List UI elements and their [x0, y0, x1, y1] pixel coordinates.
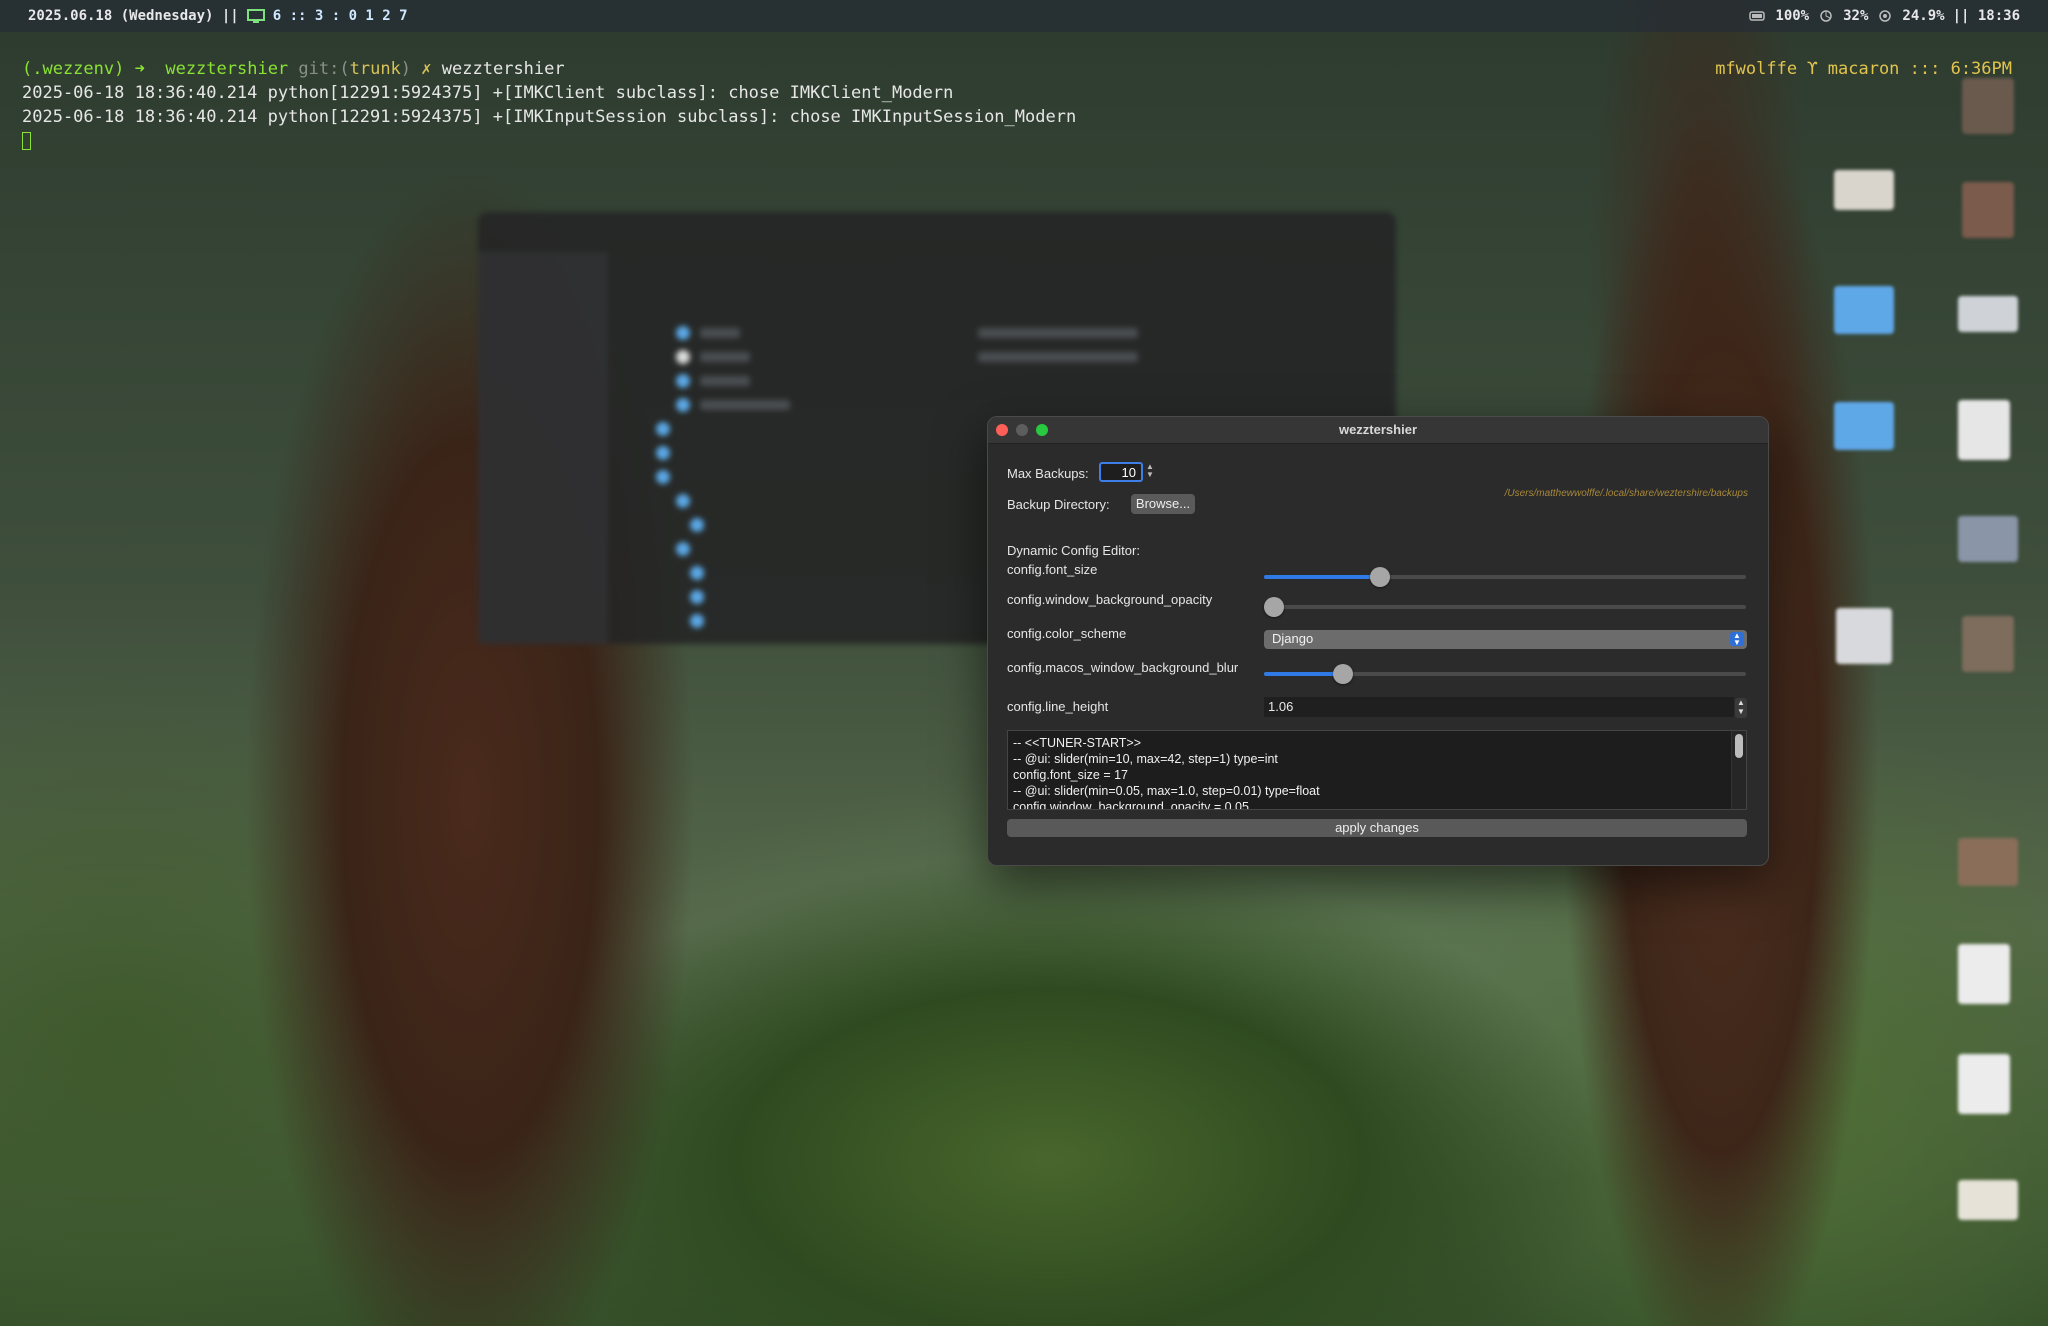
memory-icon — [1876, 9, 1894, 23]
prompt-arrow: ➜ — [134, 59, 145, 79]
line-height-stepper[interactable]: ▲ ▼ — [1735, 698, 1747, 718]
dynamic-config-label: Dynamic Config Editor: — [1007, 543, 1140, 558]
display-icon — [246, 9, 265, 23]
folder-icon — [656, 470, 670, 484]
config-code-editor[interactable]: -- <<TUNER-START>> -- @ui: slider(min=10… — [1007, 730, 1747, 810]
finder-row — [700, 400, 790, 410]
desktop-folder-icon[interactable] — [1834, 286, 1894, 334]
terminal-output[interactable]: (.wezzenv) ➜ wezztershier git:(trunk) ✗ … — [22, 57, 1076, 153]
folder-icon — [676, 542, 690, 556]
desktop-image-icon[interactable] — [1958, 838, 2018, 886]
folder-icon — [690, 566, 704, 580]
folder-icon — [676, 398, 690, 412]
log-line-2: 2025-06-18 18:36:40.214 python[12291:592… — [22, 107, 1077, 127]
desktop-image-icon[interactable] — [1962, 616, 2014, 672]
font-size-slider-knob[interactable] — [1370, 567, 1391, 587]
prompt-dirty: ✗ — [421, 59, 432, 79]
apply-changes-button[interactable]: apply changes — [1007, 819, 1747, 837]
config-code-text: -- <<TUNER-START>> -- @ui: slider(min=10… — [1013, 736, 1320, 810]
finder-sidebar — [478, 252, 608, 644]
editor-scrollbar-thumb[interactable] — [1735, 734, 1743, 758]
desktop-document-icon[interactable] — [1958, 400, 2010, 460]
desktop-file-icon[interactable] — [1962, 182, 2014, 238]
clock: || 18:36 — [1952, 8, 2020, 24]
desktop-document-icon[interactable] — [1958, 1054, 2010, 1114]
desktop-file-icon[interactable] — [1834, 170, 1894, 210]
folder-icon — [676, 326, 690, 340]
font-size-label: config.font_size — [1007, 562, 1098, 577]
battery-icon — [1749, 9, 1767, 23]
window-title: wezztershier — [1338, 422, 1418, 437]
date-label: 2025.06.18 (Wednesday) || — [28, 8, 239, 24]
desktop-document-icon[interactable] — [1958, 944, 2010, 1004]
folder-icon — [656, 446, 670, 460]
line-height-input[interactable]: 1.06 — [1264, 697, 1734, 717]
folder-icon — [676, 494, 690, 508]
browse-button[interactable]: Browse... — [1131, 494, 1195, 514]
blur-label: config.macos_window_background_blur — [1007, 660, 1239, 675]
folder-icon — [690, 590, 704, 604]
desktop-image-icon[interactable] — [1958, 516, 2018, 562]
desktop-file-icon[interactable] — [1958, 1180, 2018, 1220]
blur-slider-knob[interactable] — [1333, 664, 1354, 684]
finder-row — [700, 376, 750, 386]
wezztershier-window: wezztershier Max Backups: 10 ▲ ▼ Backup D… — [987, 416, 1769, 866]
folder-icon — [656, 422, 670, 436]
blur-slider[interactable] — [1264, 664, 1746, 684]
max-backups-label: Max Backups: — [1007, 466, 1089, 481]
color-scheme-value: Django — [1272, 631, 1314, 646]
prompt-git-close: ) — [400, 59, 412, 79]
log-line-1: 2025-06-18 18:36:40.214 python[12291:592… — [22, 83, 954, 103]
folder-icon — [690, 518, 704, 532]
finder-row — [700, 352, 750, 362]
desktop-file-icon[interactable] — [1836, 608, 1892, 664]
prompt-git: git:( — [298, 59, 350, 79]
prompt-branch: trunk — [349, 59, 401, 79]
battery-percent: 100% — [1775, 8, 1810, 24]
blur-slider-fill — [1264, 672, 1344, 676]
color-scheme-label: config.color_scheme — [1007, 626, 1127, 641]
finder-row — [978, 352, 1138, 362]
chevron-updown-icon: ▲ ▼ — [1730, 632, 1744, 647]
font-size-slider-fill — [1264, 575, 1381, 579]
max-backups-input[interactable]: 10 — [1099, 462, 1143, 482]
desktop-folder-icon[interactable] — [1834, 402, 1894, 450]
file-icon — [676, 350, 690, 364]
font-size-slider[interactable] — [1264, 567, 1746, 587]
folder-icon — [676, 374, 690, 388]
finder-row — [700, 328, 740, 338]
prompt-env: (.wezzenv) — [22, 59, 125, 79]
memory-percent: 24.9% — [1902, 8, 1945, 24]
cpu-icon — [1817, 9, 1835, 23]
menu-status-bar: 2025.06.18 (Wednesday) || 6 :: 3 : 0 1 2… — [0, 0, 2048, 32]
max-backups-stepper[interactable]: ▲ ▼ — [1145, 463, 1155, 481]
opacity-slider-knob[interactable] — [1264, 597, 1284, 617]
color-scheme-select[interactable]: Django ▲ ▼ — [1264, 630, 1747, 649]
line-height-label: config.line_height — [1007, 699, 1109, 714]
prompt-dir: wezztershier — [165, 59, 289, 79]
desktop-file-icon[interactable] — [1958, 296, 2018, 332]
backup-directory-label: Backup Directory: — [1007, 497, 1110, 512]
prompt-command: wezztershier — [441, 59, 565, 79]
desktop-file-icon[interactable] — [1962, 78, 2014, 134]
opacity-slider[interactable] — [1264, 597, 1746, 617]
title-bar[interactable]: wezztershier — [988, 417, 1768, 444]
terminal-cursor — [22, 132, 31, 150]
workspaces-label[interactable]: 6 :: 3 : 0 1 2 7 — [273, 8, 408, 24]
folder-icon — [690, 614, 704, 628]
finder-row — [978, 328, 1138, 338]
opacity-label: config.window_background_opacity — [1007, 592, 1213, 607]
backup-path: /Users/matthewwolffe/.local/share/wezter… — [1504, 488, 1748, 499]
cpu-percent: 32% — [1843, 8, 1869, 24]
